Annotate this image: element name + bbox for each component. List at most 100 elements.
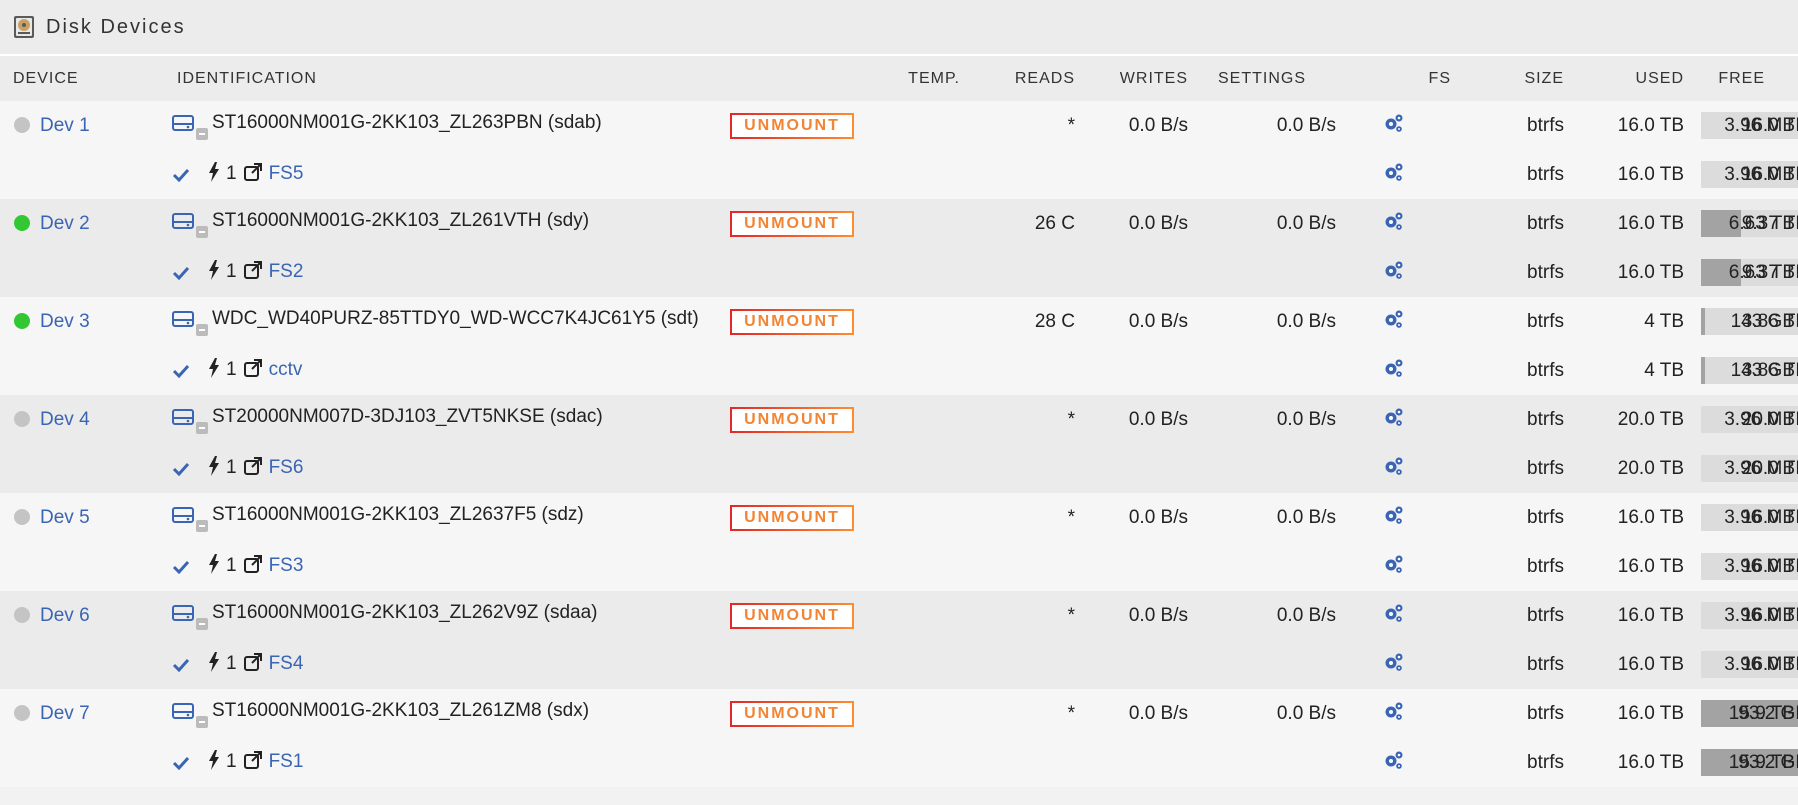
settings-gear-icon[interactable] bbox=[1383, 357, 1405, 385]
device-link[interactable]: Dev 3 bbox=[40, 311, 90, 332]
settings-gear-icon[interactable] bbox=[1383, 161, 1405, 189]
writes-cell: 0.0 B/s bbox=[1276, 212, 1336, 234]
col-free[interactable]: Free bbox=[1684, 56, 1798, 101]
writes-cell: 0.0 B/s bbox=[1276, 114, 1336, 136]
unmount-button[interactable]: UNMOUNT bbox=[730, 308, 854, 335]
status-dot bbox=[14, 410, 30, 427]
fs-cell: btrfs bbox=[1527, 261, 1564, 283]
col-identification[interactable]: Identification bbox=[150, 56, 730, 101]
col-reads[interactable]: Reads bbox=[960, 56, 1075, 101]
size-cell: 16.0 TB bbox=[1617, 653, 1684, 675]
unmount-button[interactable]: UNMOUNT bbox=[730, 112, 854, 139]
empty-cell bbox=[1075, 248, 1188, 297]
disk-icon bbox=[172, 702, 194, 726]
collapse-icon[interactable] bbox=[196, 421, 208, 434]
settings-gear-icon[interactable] bbox=[1383, 700, 1405, 728]
device-link[interactable]: Dev 6 bbox=[40, 605, 90, 626]
identification-cell: ST16000NM001G-2KK103_ZL261VTH (sdy) bbox=[150, 199, 730, 248]
unmount-button[interactable]: UNMOUNT bbox=[730, 210, 854, 237]
col-settings[interactable]: Settings bbox=[1188, 56, 1336, 101]
partition-slot: 1 bbox=[226, 260, 237, 282]
bolt-icon[interactable] bbox=[208, 553, 220, 580]
writes-cell: 0.0 B/s bbox=[1276, 310, 1336, 332]
bolt-icon[interactable] bbox=[208, 749, 220, 776]
mount-link[interactable]: FS2 bbox=[269, 261, 304, 282]
mount-link[interactable]: FS1 bbox=[269, 751, 304, 772]
settings-gear-icon[interactable] bbox=[1383, 651, 1405, 679]
partition-spacer bbox=[0, 542, 150, 591]
size-cell: 20.0 TB bbox=[1617, 457, 1684, 479]
mount-link[interactable]: FS5 bbox=[269, 163, 304, 184]
size-cell: 16.0 TB bbox=[1617, 604, 1684, 626]
mount-link[interactable]: FS6 bbox=[269, 457, 304, 478]
fs-cell: btrfs bbox=[1527, 310, 1564, 332]
settings-gear-icon[interactable] bbox=[1383, 455, 1405, 483]
external-link-icon[interactable] bbox=[243, 162, 263, 188]
settings-gear-icon[interactable] bbox=[1383, 308, 1405, 336]
free-value: 3.86 TB bbox=[1741, 311, 1798, 332]
empty-cell bbox=[1075, 640, 1188, 689]
free-value: 9.37 TB bbox=[1741, 213, 1798, 234]
device-link[interactable]: Dev 7 bbox=[40, 703, 90, 724]
col-size[interactable]: Size bbox=[1451, 56, 1564, 101]
status-dot bbox=[14, 312, 30, 329]
external-link-icon[interactable] bbox=[243, 456, 263, 482]
collapse-icon[interactable] bbox=[196, 519, 208, 532]
mount-link[interactable]: FS3 bbox=[269, 555, 304, 576]
col-writes[interactable]: Writes bbox=[1075, 56, 1188, 101]
bolt-icon[interactable] bbox=[208, 651, 220, 678]
unmount-button[interactable]: UNMOUNT bbox=[730, 602, 854, 629]
bolt-icon[interactable] bbox=[208, 357, 220, 384]
settings-gear-icon[interactable] bbox=[1383, 504, 1405, 532]
collapse-icon[interactable] bbox=[196, 323, 208, 336]
settings-cell bbox=[1336, 640, 1451, 689]
col-temp[interactable]: Temp. bbox=[730, 56, 960, 101]
external-link-icon[interactable] bbox=[243, 554, 263, 580]
free-value: 16.0 TB bbox=[1741, 605, 1798, 626]
device-link[interactable]: Dev 5 bbox=[40, 507, 90, 528]
settings-gear-icon[interactable] bbox=[1383, 112, 1405, 140]
fs-cell: btrfs bbox=[1527, 408, 1564, 430]
bolt-icon[interactable] bbox=[208, 161, 220, 188]
col-used[interactable]: Used bbox=[1564, 56, 1684, 101]
fs-cell: btrfs bbox=[1527, 604, 1564, 626]
fs-cell: btrfs bbox=[1527, 457, 1564, 479]
settings-gear-icon[interactable] bbox=[1383, 553, 1405, 581]
mount-link[interactable]: cctv bbox=[269, 359, 303, 380]
external-link-icon[interactable] bbox=[243, 652, 263, 678]
device-link[interactable]: Dev 1 bbox=[40, 115, 90, 136]
status-dot bbox=[14, 116, 30, 133]
used-bar-fill bbox=[1701, 308, 1705, 335]
device-link[interactable]: Dev 2 bbox=[40, 213, 90, 234]
unmount-button[interactable]: UNMOUNT bbox=[730, 406, 854, 433]
partition-row: 1FS4 btrfs 16.0 TB 3.96 MB 16.0 TB bbox=[0, 640, 1798, 689]
bolt-icon[interactable] bbox=[208, 259, 220, 286]
unmount-button[interactable]: UNMOUNT bbox=[730, 700, 854, 727]
collapse-icon[interactable] bbox=[196, 715, 208, 728]
unmount-button[interactable]: UNMOUNT bbox=[730, 504, 854, 531]
mount-link[interactable]: FS4 bbox=[269, 653, 304, 674]
collapse-icon[interactable] bbox=[196, 617, 208, 630]
settings-gear-icon[interactable] bbox=[1383, 210, 1405, 238]
empty-cell bbox=[1188, 640, 1336, 689]
settings-gear-icon[interactable] bbox=[1383, 259, 1405, 287]
check-icon bbox=[172, 656, 190, 678]
used-bar-fill bbox=[1701, 357, 1705, 384]
collapse-icon[interactable] bbox=[196, 225, 208, 238]
col-fs[interactable]: FS bbox=[1336, 56, 1451, 101]
empty-cell bbox=[1075, 738, 1188, 787]
settings-gear-icon[interactable] bbox=[1383, 749, 1405, 777]
partition-row: 1cctv btrfs 4 TB 143 GB 3.86 TB bbox=[0, 346, 1798, 395]
settings-gear-icon[interactable] bbox=[1383, 406, 1405, 434]
external-link-icon[interactable] bbox=[243, 358, 263, 384]
external-link-icon[interactable] bbox=[243, 260, 263, 286]
external-link-icon[interactable] bbox=[243, 750, 263, 776]
size-cell: 16.0 TB bbox=[1617, 555, 1684, 577]
col-device[interactable]: Device bbox=[0, 56, 150, 101]
temp-cell: 28 C bbox=[1034, 310, 1075, 332]
collapse-icon[interactable] bbox=[196, 127, 208, 140]
device-link[interactable]: Dev 4 bbox=[40, 409, 90, 430]
settings-gear-icon[interactable] bbox=[1383, 602, 1405, 630]
bolt-icon[interactable] bbox=[208, 455, 220, 482]
check-icon bbox=[172, 460, 190, 482]
